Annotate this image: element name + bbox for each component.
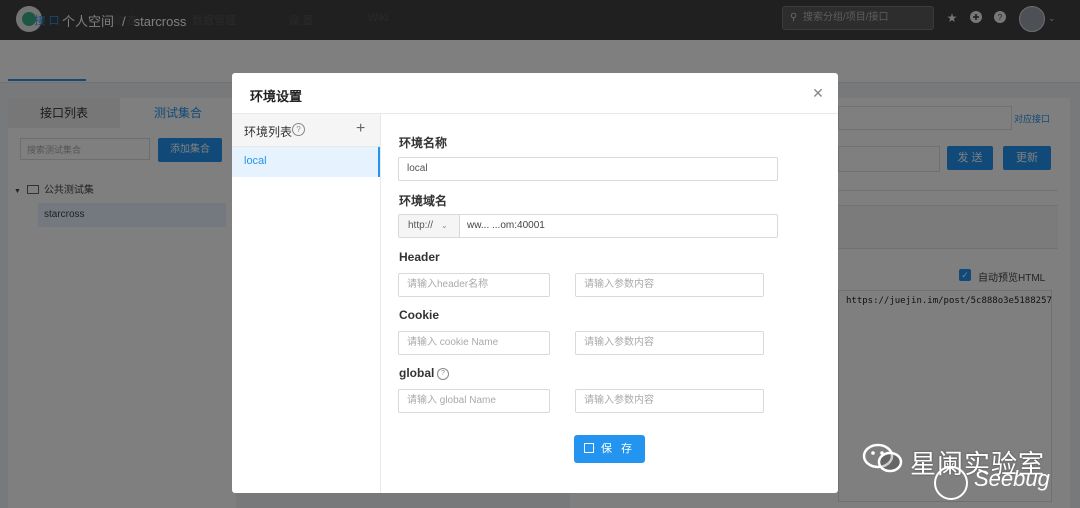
env-domain-input[interactable]: ww... ...om:40001 (459, 214, 778, 238)
help-icon[interactable]: ? (437, 368, 449, 380)
env-name-label: 环境名称 (399, 136, 448, 150)
protocol-value: http:// (408, 220, 434, 231)
global-label: global (399, 366, 435, 380)
env-list-item-label: local (244, 155, 267, 167)
env-domain-label: 环境域名 (399, 194, 448, 208)
wechat-icon (862, 442, 904, 476)
save-icon (583, 443, 594, 453)
watermark-subtitle: Seebug (974, 466, 1050, 491)
help-icon[interactable]: ? (292, 123, 305, 136)
modal-title: 环境设置 (250, 89, 303, 104)
add-env-icon[interactable]: + (356, 120, 365, 138)
global-name-input[interactable]: 请输入 global Name (398, 389, 550, 413)
env-list-title: 环境列表 (244, 125, 293, 139)
save-button[interactable]: 保 存 (574, 435, 645, 463)
header-name-input[interactable]: 请输入header名称 (398, 273, 550, 297)
cookie-name-input[interactable]: 请输入 cookie Name (398, 331, 550, 355)
header-label: Header (399, 250, 440, 264)
chevron-down-icon: ⌄ (441, 221, 448, 230)
seebug-logo-icon (934, 466, 968, 500)
protocol-select[interactable]: http:// ⌄ (398, 214, 460, 238)
save-button-label: 保 存 (600, 443, 636, 455)
cookie-value-input[interactable]: 请输入参数内容 (575, 331, 764, 355)
modal-column-divider (380, 114, 381, 493)
header-value-input[interactable]: 请输入参数内容 (575, 273, 764, 297)
global-value-input[interactable]: 请输入参数内容 (575, 389, 764, 413)
close-icon[interactable]: ✕ (810, 85, 826, 102)
cookie-label: Cookie (399, 308, 440, 322)
env-name-input[interactable]: local (398, 157, 778, 181)
